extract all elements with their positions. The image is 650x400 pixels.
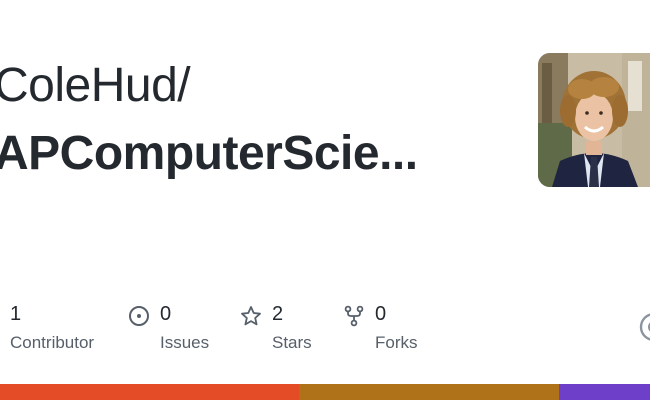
avatar-photo	[538, 53, 650, 187]
issue-opened-icon	[129, 306, 149, 326]
repo-social-card: ColeHud/ APComputerScie... 1 Contributor…	[0, 0, 650, 400]
forks-label: Forks	[375, 333, 418, 352]
issues-count: 0	[160, 303, 172, 325]
repo-stats: 1 Contributor 0 Issues 2 Stars 0 Forks	[0, 303, 650, 363]
avatar[interactable]	[538, 53, 650, 187]
issues-label: Issues	[160, 333, 210, 352]
star-icon	[241, 306, 261, 326]
language-segment	[299, 384, 559, 400]
stars-label: Stars	[272, 333, 312, 352]
stars-count: 2	[272, 303, 284, 325]
language-bar	[0, 384, 650, 400]
language-segment	[0, 384, 299, 400]
github-logo-icon[interactable]	[639, 312, 650, 342]
repo-forked-icon	[344, 305, 364, 327]
contributors-label: Contributor	[10, 333, 95, 352]
repo-name[interactable]: APComputerScie...	[0, 126, 418, 181]
repo-owner[interactable]: ColeHud/	[0, 58, 191, 113]
forks-count: 0	[375, 303, 387, 325]
contributors-count: 1	[10, 303, 22, 325]
language-segment	[559, 384, 650, 400]
